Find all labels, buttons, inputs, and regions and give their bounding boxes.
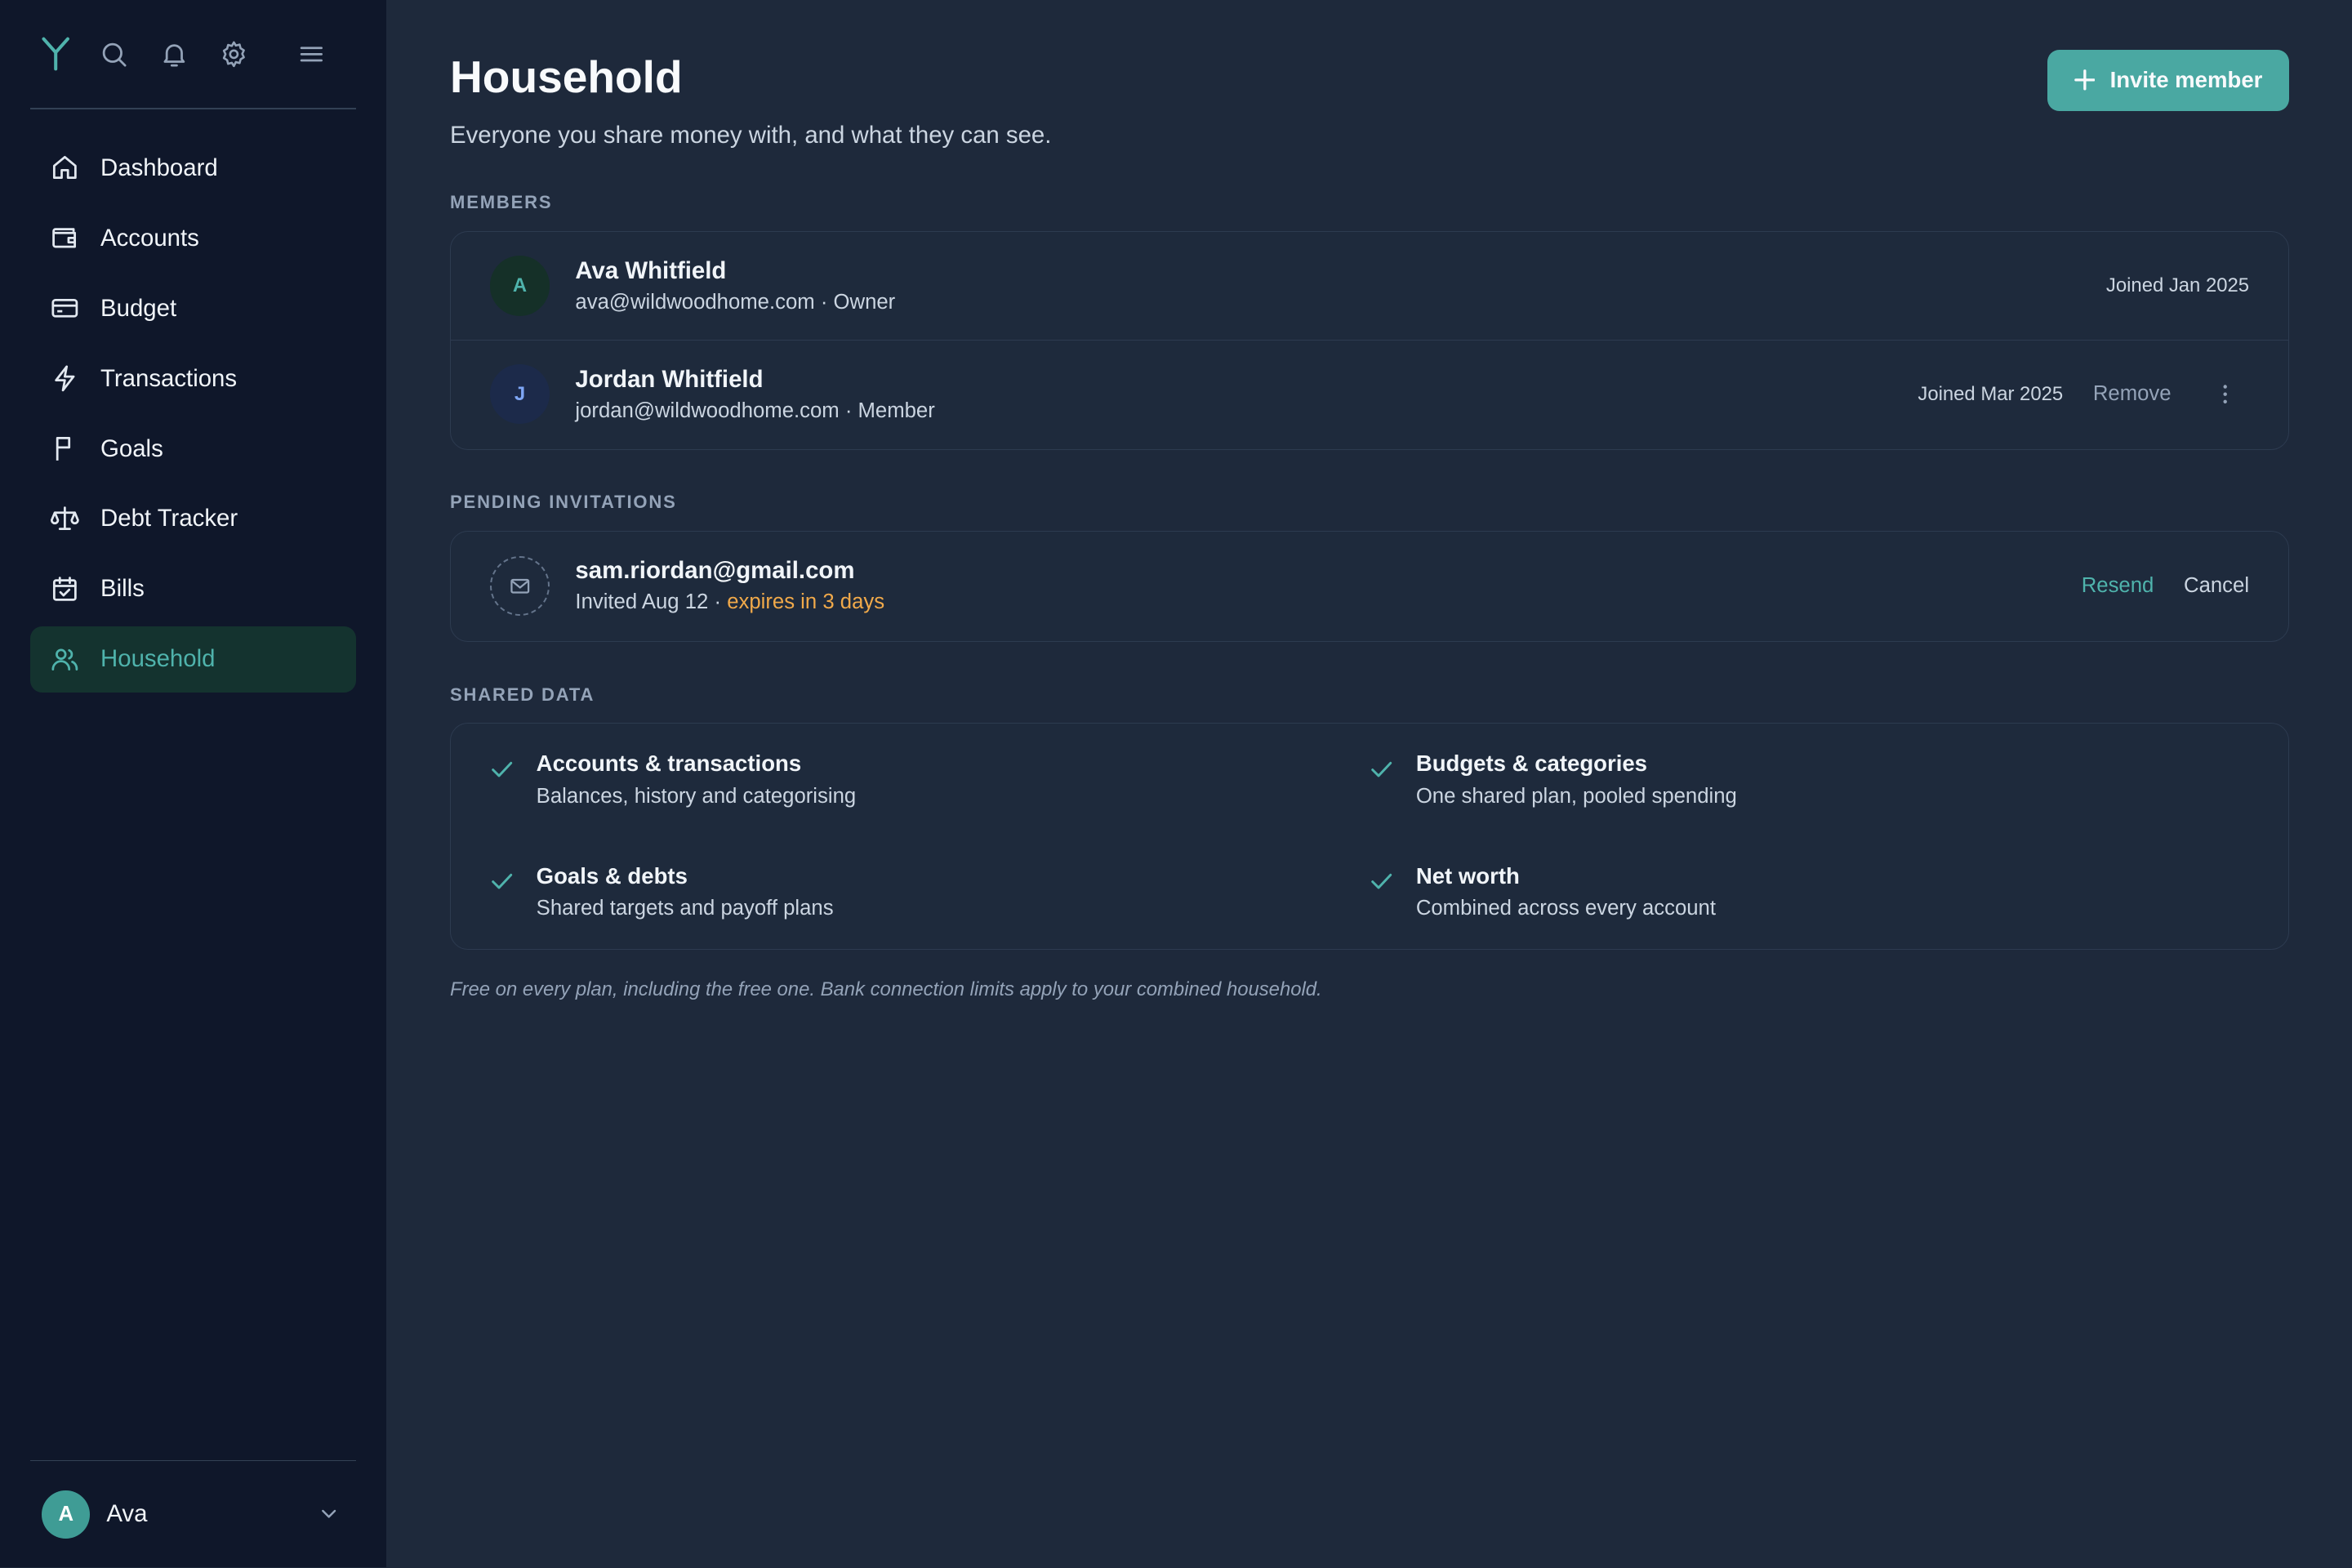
sidebar-item-dashboard[interactable]: Dashboard (30, 135, 356, 201)
shared-item-desc: Combined across every account (1415, 897, 1716, 920)
members-section-label: MEMBERS (450, 192, 553, 213)
member-row: A Ava Whitfield ava@wildwoodhome.com · O… (451, 232, 2288, 340)
member-joined: Joined Jan 2025 (2105, 274, 2250, 296)
sidebar-item-goals[interactable]: Goals (30, 416, 356, 482)
check-icon (491, 874, 512, 889)
flag-icon (56, 437, 70, 461)
pending-card: sam.riordan@gmail.com Invited Aug 12 · e… (450, 531, 2289, 643)
sidebar-item-label: Dashboard (100, 154, 218, 181)
sidebar-item-bills[interactable]: Bills (30, 556, 356, 622)
main-content: Household Everyone you share money with,… (387, 0, 2352, 1567)
credit-card-icon (51, 299, 78, 318)
avatar: J (489, 363, 550, 425)
gear-icon[interactable] (219, 39, 249, 69)
sidebar-toolbar (0, 0, 356, 108)
shared-item: Goals & debts Shared targets and payoff p… (490, 863, 1370, 976)
sidebar-item-label: Goals (100, 434, 163, 462)
page-subtitle: Everyone you share money with, and what … (450, 121, 1052, 149)
user-name: Ava (106, 1500, 148, 1528)
shared-item-title: Accounts & transactions (536, 751, 802, 777)
user-menu[interactable]: A Ava (29, 1459, 357, 1567)
member-name: Jordan Whitfield (575, 365, 764, 393)
sidebar-item-label: Bills (100, 575, 145, 603)
shared-item-desc: Balances, history and categorising (536, 784, 857, 808)
shared-section-label: SHARED DATA (450, 684, 595, 705)
shared-item-title: Budgets & categories (1415, 751, 1648, 777)
sidebar-item-label: Debt Tracker (100, 505, 238, 532)
invite-date: Invited Aug 12 · (575, 590, 728, 614)
sidebar-item-label: Transactions (100, 364, 238, 392)
sidebar-nav: Dashboard Accounts Budget Transactions G… (0, 109, 386, 697)
shared-card: Accounts & transactions Balances, history… (450, 723, 2289, 950)
resend-button[interactable]: Resend (2082, 574, 2154, 598)
cancel-invite-button[interactable]: Cancel (2184, 574, 2249, 598)
invitation-row: sam.riordan@gmail.com Invited Aug 12 · e… (451, 532, 2288, 639)
page-title: Household (450, 51, 683, 103)
shared-item-desc: Shared targets and payoff plans (536, 897, 834, 920)
member-name: Ava Whitfield (575, 256, 727, 284)
shared-item: Budgets & categories One shared plan, poo… (1370, 751, 2249, 863)
shared-item-title: Goals & debts (536, 863, 688, 889)
menu-icon[interactable] (296, 39, 327, 69)
check-icon (491, 761, 512, 777)
invite-member-label: Invite member (2109, 67, 2263, 93)
sidebar-item-budget[interactable]: Budget (30, 275, 356, 341)
shared-item-title: Net worth (1415, 863, 1520, 889)
scale-icon (50, 506, 79, 531)
footnote: Free on every plan, including the free o… (450, 978, 1322, 1000)
search-icon[interactable] (99, 39, 129, 69)
shared-item: Net worth Combined across every account (1370, 863, 2249, 976)
members-card: A Ava Whitfield ava@wildwoodhome.com · O… (450, 230, 2289, 450)
home-icon (52, 156, 77, 180)
sidebar: Dashboard Accounts Budget Transactions G… (0, 0, 387, 1568)
member-meta: jordan@wildwoodhome.com · Member (575, 399, 935, 422)
mail-icon (510, 578, 529, 594)
sidebar-item-household[interactable]: Household (29, 626, 357, 693)
shared-item: Accounts & transactions Balances, history… (490, 751, 1370, 863)
logo-icon[interactable] (39, 36, 72, 72)
wallet-icon (51, 228, 76, 248)
avatar: A (489, 256, 550, 316)
sidebar-item-label: Budget (100, 294, 177, 322)
member-row: J Jordan Whitfield jordan@wildwoodhome.c… (451, 340, 2288, 448)
invite-member-button[interactable]: Invite member (2047, 49, 2289, 111)
sidebar-item-transactions[interactable]: Transactions (30, 345, 356, 412)
member-meta: ava@wildwoodhome.com · Owner (575, 291, 896, 314)
users-icon (51, 648, 78, 670)
sidebar-item-debt-tracker[interactable]: Debt Tracker (30, 486, 356, 552)
invite-expiry: expires in 3 days (727, 590, 885, 614)
bell-icon[interactable] (159, 39, 189, 69)
calendar-check-icon (52, 577, 77, 601)
sidebar-item-label: Accounts (100, 224, 199, 252)
sidebar-item-accounts[interactable]: Accounts (30, 205, 356, 271)
avatar: A (42, 1490, 91, 1539)
member-joined: Joined Mar 2025 (1918, 382, 2064, 405)
plus-icon (2074, 69, 2096, 91)
invite-meta: Invited Aug 12 · expires in 3 days (575, 590, 884, 614)
pending-section-label: PENDING INVITATIONS (450, 492, 677, 513)
shared-item-desc: One shared plan, pooled spending (1415, 784, 1737, 808)
chevron-down-icon[interactable] (317, 1502, 341, 1526)
remove-member-button[interactable]: Remove (2093, 382, 2172, 406)
invite-avatar (489, 555, 550, 617)
check-icon (1371, 761, 1392, 777)
sidebar-item-label: Household (100, 645, 216, 673)
more-vertical-icon[interactable] (2213, 382, 2237, 406)
invite-email: sam.riordan@gmail.com (575, 557, 855, 585)
lightning-icon (54, 365, 75, 392)
check-icon (1371, 874, 1392, 889)
